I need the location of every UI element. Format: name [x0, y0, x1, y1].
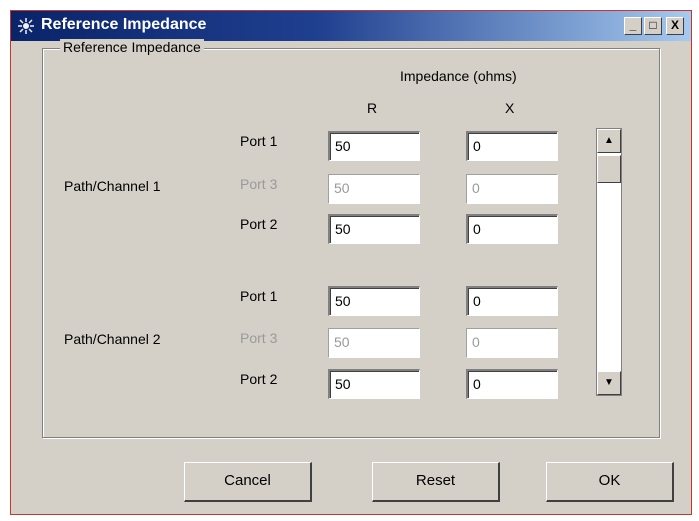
window-title: Reference Impedance — [41, 16, 207, 33]
group-legend: Reference Impedance — [60, 39, 204, 55]
app-icon — [18, 18, 34, 34]
cancel-button[interactable]: Cancel — [184, 462, 312, 502]
ch1-port3-x-input: 0 — [466, 174, 558, 204]
impedance-column-header: Impedance (ohms) — [400, 68, 517, 84]
scroll-thumb[interactable] — [597, 155, 621, 183]
ch1-port3-r-input: 50 — [328, 174, 420, 204]
ch1-port2-label: Port 2 — [240, 216, 278, 232]
ch2-port2-label: Port 2 — [240, 371, 278, 387]
scroll-down-button[interactable]: ▼ — [597, 371, 621, 395]
ch1-port1-x-input[interactable]: 0 — [466, 131, 558, 161]
title-bar[interactable]: Reference Impedance _ □ X — [11, 11, 691, 41]
channel-2-label: Path/Channel 2 — [64, 331, 161, 347]
ch2-port3-x-input: 0 — [466, 328, 558, 358]
maximize-button[interactable]: □ — [644, 17, 662, 35]
ch2-port2-x-input[interactable]: 0 — [466, 369, 558, 399]
minimize-button[interactable]: _ — [624, 17, 642, 35]
ch1-port2-x-input[interactable]: 0 — [466, 214, 558, 244]
channel-1-label: Path/Channel 1 — [64, 178, 161, 194]
reset-button[interactable]: Reset — [372, 462, 500, 502]
r-column-header: R — [367, 100, 378, 116]
ch1-port1-label: Port 1 — [240, 133, 278, 149]
ok-button[interactable]: OK — [546, 462, 674, 502]
ch2-port2-r-input[interactable]: 50 — [328, 369, 420, 399]
port-list-scrollbar[interactable]: ▲ ▼ — [596, 128, 622, 396]
ch2-port3-label: Port 3 — [240, 330, 278, 346]
ch2-port1-r-input[interactable]: 50 — [328, 286, 420, 316]
ch2-port1-label: Port 1 — [240, 288, 278, 304]
scroll-up-button[interactable]: ▲ — [597, 129, 621, 153]
ch2-port3-r-input: 50 — [328, 328, 420, 358]
ch2-port1-x-input[interactable]: 0 — [466, 286, 558, 316]
x-column-header: X — [505, 100, 515, 116]
ch1-port1-r-input[interactable]: 50 — [328, 131, 420, 161]
close-button[interactable]: X — [666, 17, 684, 35]
ch1-port2-r-input[interactable]: 50 — [328, 214, 420, 244]
ch1-port3-label: Port 3 — [240, 176, 278, 192]
